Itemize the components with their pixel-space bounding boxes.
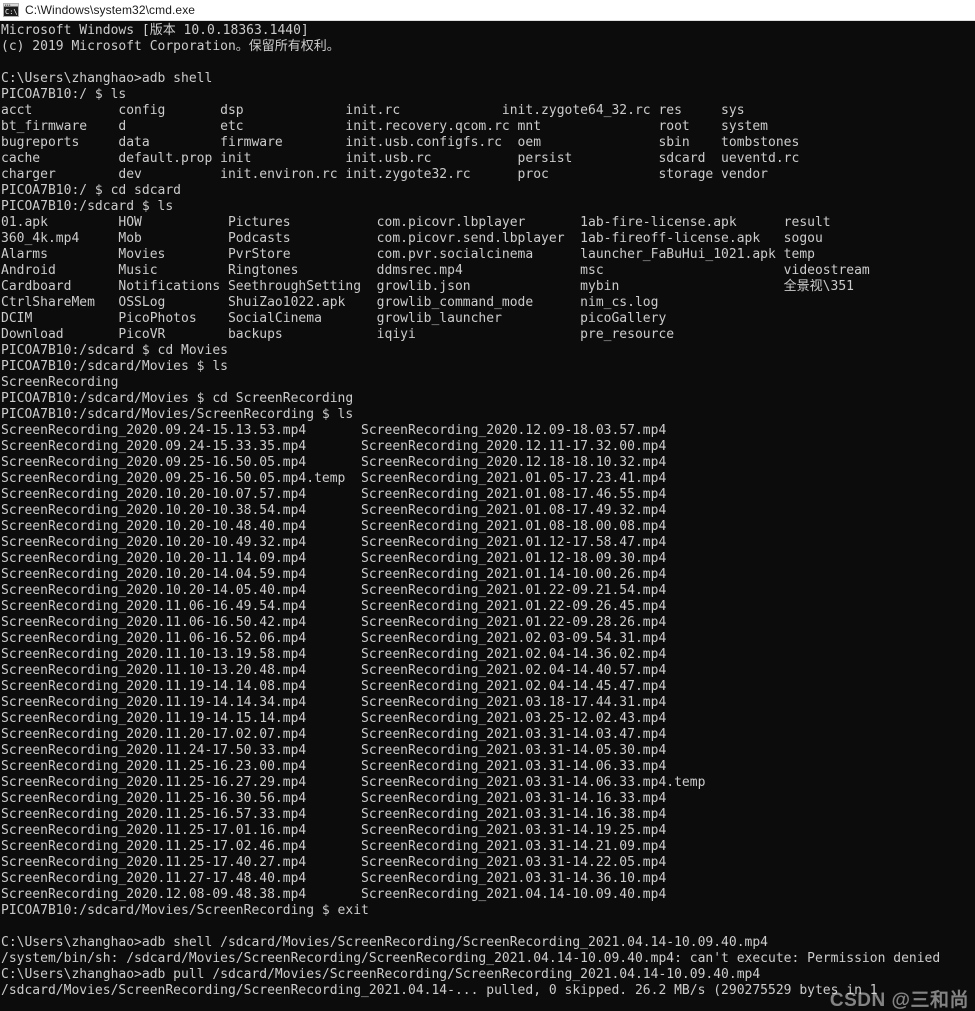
console-line: PICOA7B10:/sdcard/Movies $ cd ScreenReco…	[1, 391, 354, 406]
window-title: C:\Windows\system32\cmd.exe	[25, 3, 196, 17]
console-line: ScreenRecording_2020.11.06-16.49.54.mp4 …	[1, 599, 667, 614]
console-line: Microsoft Windows [版本 10.0.18363.1440]	[1, 23, 309, 38]
console-output-area[interactable]: Microsoft Windows [版本 10.0.18363.1440] (c…	[0, 21, 975, 1011]
console-lines: Microsoft Windows [版本 10.0.18363.1440] (c…	[1, 23, 975, 999]
console-line: ScreenRecording_2020.10.20-10.07.57.mp4 …	[1, 487, 667, 502]
window-titlebar[interactable]: C:\ C:\Windows\system32\cmd.exe	[0, 0, 975, 21]
console-line: C:\Users\zhanghao>adb shell /sdcard/Movi…	[1, 935, 769, 950]
console-line: C:\Users\zhanghao>adb shell	[1, 71, 213, 86]
console-line: (c) 2019 Microsoft Corporation。保留所有权利。	[1, 39, 340, 54]
console-line: ScreenRecording_2020.11.19-14.15.14.mp4 …	[1, 711, 667, 726]
console-line: ScreenRecording_2020.11.25-16.57.33.mp4 …	[1, 807, 667, 822]
console-line: PICOA7B10:/sdcard/Movies/ScreenRecording…	[1, 407, 354, 422]
console-line: PICOA7B10:/sdcard/Movies/ScreenRecording…	[1, 903, 369, 918]
console-line: ScreenRecording_2020.09.25-16.50.05.mp4 …	[1, 455, 667, 470]
console-line: ScreenRecording_2020.11.10-13.20.48.mp4 …	[1, 663, 667, 678]
cmd-window: C:\ C:\Windows\system32\cmd.exe Microsof…	[0, 0, 975, 1011]
console-line: /system/bin/sh: /sdcard/Movies/ScreenRec…	[1, 951, 941, 966]
console-line: ScreenRecording_2020.11.19-14.14.08.mp4 …	[1, 679, 667, 694]
console-line: ScreenRecording_2020.10.20-11.14.09.mp4 …	[1, 551, 667, 566]
console-line: ScreenRecording_2020.09.25-16.50.05.mp4.…	[1, 471, 667, 486]
console-line: ScreenRecording_2020.09.24-15.33.35.mp4 …	[1, 439, 667, 454]
svg-text:C:\: C:\	[5, 8, 18, 16]
console-line: ScreenRecording_2020.11.20-17.02.07.mp4 …	[1, 727, 667, 742]
console-line: Cardboard Notifications SeethroughSettin…	[1, 279, 854, 294]
console-line: ScreenRecording_2020.11.25-16.30.56.mp4 …	[1, 791, 667, 806]
console-line: C:\Users\zhanghao>adb pull /sdcard/Movie…	[1, 967, 761, 982]
console-line: ScreenRecording_2020.10.20-14.04.59.mp4 …	[1, 567, 667, 582]
console-line: PICOA7B10:/sdcard $ cd Movies	[1, 343, 228, 358]
console-line: ScreenRecording_2020.11.10-13.19.58.mp4 …	[1, 647, 667, 662]
console-line: ScreenRecording_2020.11.24-17.50.33.mp4 …	[1, 743, 667, 758]
console-line: PICOA7B10:/ $ ls	[1, 87, 127, 102]
console-line: cache default.prop init init.usb.rc pers…	[1, 151, 800, 166]
console-line: DCIM PicoPhotos SocialCinema growlib_lau…	[1, 311, 667, 326]
console-line: ScreenRecording_2020.11.25-16.23.00.mp4 …	[1, 759, 667, 774]
console-line: bt_firmware d etc init.recovery.qcom.rc …	[1, 119, 769, 134]
console-line: Download PicoVR backups iqiyi pre_resour…	[1, 327, 675, 342]
console-line: bugreports data firmware init.usb.config…	[1, 135, 800, 150]
console-line: acct config dsp init.rc init.zygote64_32…	[1, 103, 745, 118]
console-line: charger dev init.environ.rc init.zygote3…	[1, 167, 769, 182]
console-line: Alarms Movies PvrStore com.pvr.socialcin…	[1, 247, 815, 262]
console-line: ScreenRecording_2020.11.06-16.50.42.mp4 …	[1, 615, 667, 630]
console-line: ScreenRecording_2020.11.25-17.01.16.mp4 …	[1, 823, 667, 838]
console-line: ScreenRecording_2020.10.20-14.05.40.mp4 …	[1, 583, 667, 598]
console-line: ScreenRecording_2020.12.08-09.48.38.mp4 …	[1, 887, 667, 902]
console-line: Android Music Ringtones ddmsrec.mp4 msc …	[1, 263, 870, 278]
console-line: ScreenRecording_2020.11.19-14.14.34.mp4 …	[1, 695, 667, 710]
console-line: PICOA7B10:/sdcard $ ls	[1, 199, 174, 214]
console-line: ScreenRecording_2020.09.24-15.13.53.mp4 …	[1, 423, 667, 438]
console-line: ScreenRecording_2020.10.20-10.49.32.mp4 …	[1, 535, 667, 550]
console-line: 360_4k.mp4 Mob Podcasts com.picovr.send.…	[1, 231, 823, 246]
console-line: ScreenRecording	[1, 375, 119, 390]
console-line: ScreenRecording_2020.10.20-10.48.40.mp4 …	[1, 519, 667, 534]
console-line: ScreenRecording_2020.11.25-17.40.27.mp4 …	[1, 855, 667, 870]
console-line: ScreenRecording_2020.11.27-17.48.40.mp4 …	[1, 871, 667, 886]
console-line: PICOA7B10:/ $ cd sdcard	[1, 183, 182, 198]
console-line: ScreenRecording_2020.10.20-10.38.54.mp4 …	[1, 503, 667, 518]
cmd-console-icon: C:\	[3, 2, 19, 18]
console-line: ScreenRecording_2020.11.06-16.52.06.mp4 …	[1, 631, 667, 646]
console-line: 01.apk HOW Pictures com.picovr.lbplayer …	[1, 215, 831, 230]
console-line: PICOA7B10:/sdcard/Movies $ ls	[1, 359, 228, 374]
console-line: ScreenRecording_2020.11.25-17.02.46.mp4 …	[1, 839, 667, 854]
console-line: CtrlShareMem OSSLog ShuiZao1022.apk grow…	[1, 295, 659, 310]
console-line: ScreenRecording_2020.11.25-16.27.29.mp4 …	[1, 775, 706, 790]
console-line: /sdcard/Movies/ScreenRecording/ScreenRec…	[1, 983, 878, 998]
